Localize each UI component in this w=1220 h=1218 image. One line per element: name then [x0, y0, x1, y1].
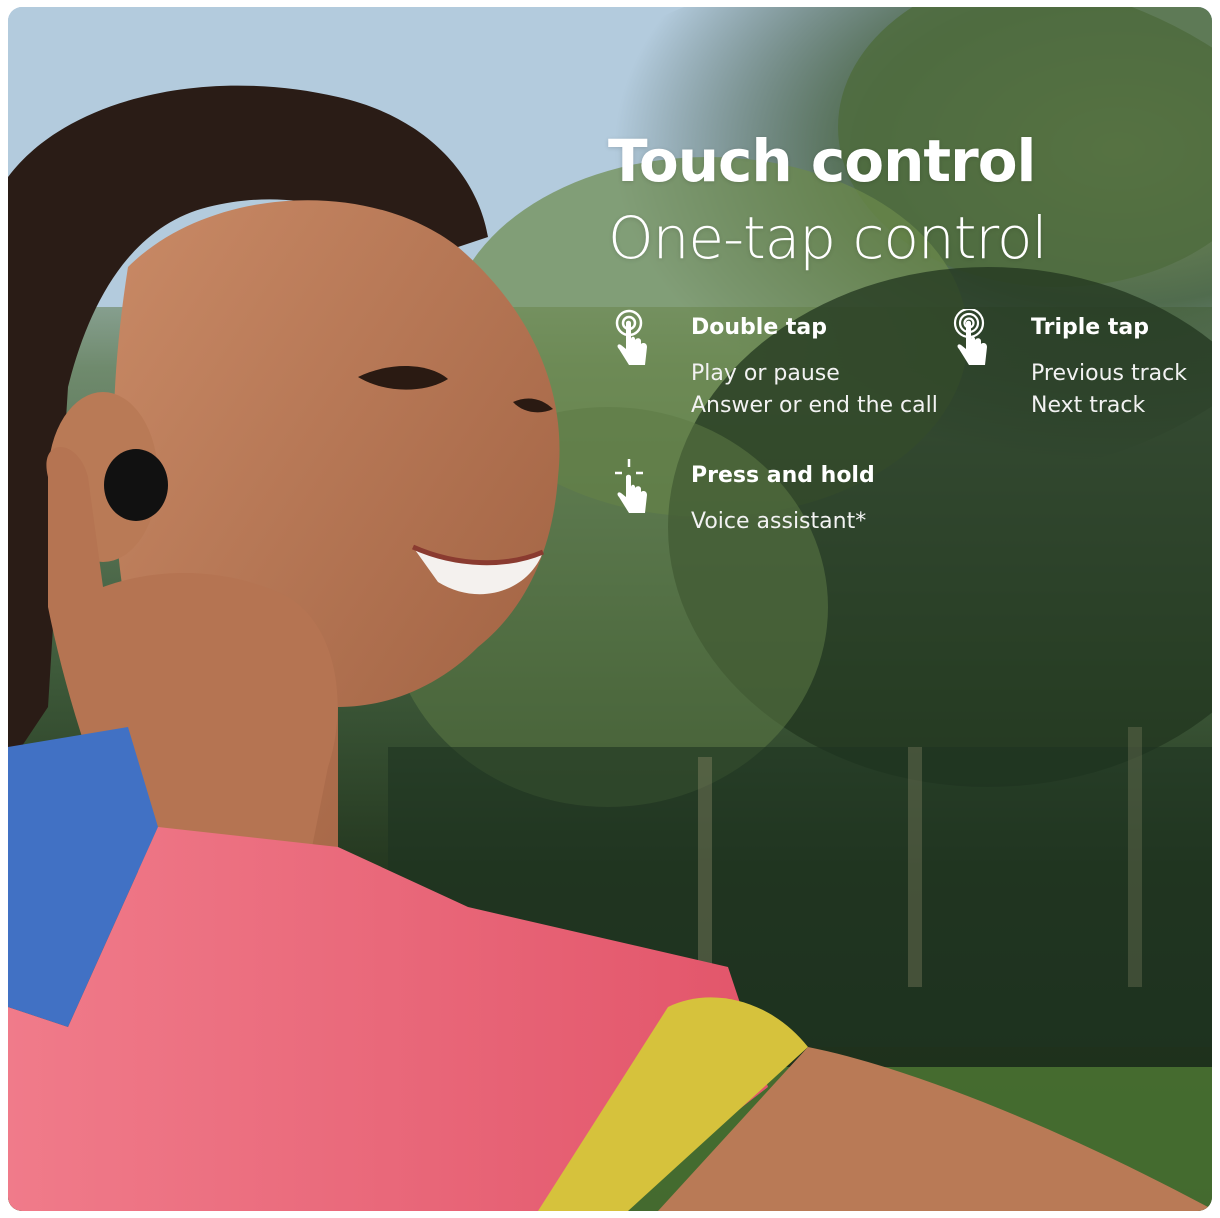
double-tap-icon: [615, 309, 647, 365]
feature-line: Voice assistant*: [691, 509, 867, 534]
feature-press-hold: Press and hold Voice assistant*: [613, 457, 953, 547]
feature-line: Next track: [1031, 393, 1146, 418]
feature-double-tap: Double tap Play or pause Answer or end t…: [613, 309, 953, 429]
feature-name: Double tap: [691, 315, 828, 340]
press-hold-icon: [615, 459, 647, 513]
headline-subtitle: One-tap control: [608, 204, 1048, 272]
triple-tap-icon: [953, 309, 987, 365]
feature-triple-tap: Triple tap Previous track Next track: [953, 309, 1212, 429]
feature-line: Previous track: [1031, 361, 1187, 386]
headline-title: Touch control: [608, 127, 1036, 195]
product-banner: Touch control One-tap control Double tap…: [8, 7, 1212, 1211]
feature-name: Press and hold: [691, 463, 875, 488]
feature-line: Play or pause: [691, 361, 840, 386]
feature-name: Triple tap: [1031, 315, 1149, 340]
feature-line: Answer or end the call: [691, 393, 938, 418]
